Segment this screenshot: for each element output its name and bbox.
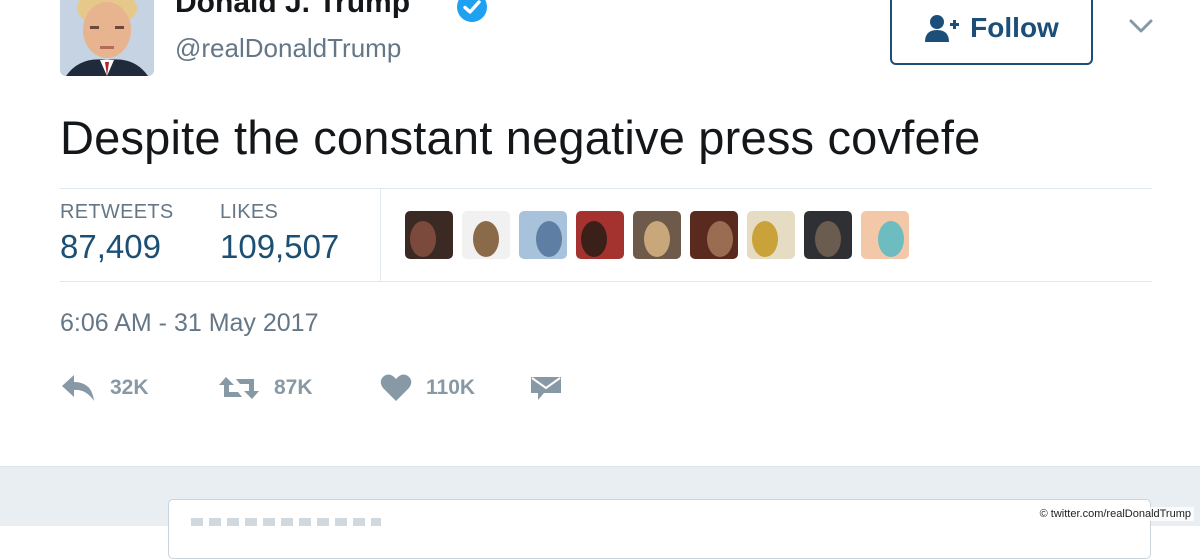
liker-avatar[interactable] — [633, 211, 681, 259]
profile-avatar[interactable] — [60, 0, 154, 76]
avatar-photo-icon — [576, 211, 624, 259]
liker-avatar[interactable] — [405, 211, 453, 259]
avatar-photo-icon — [747, 211, 795, 259]
add-user-icon — [925, 14, 960, 42]
stats-divider — [380, 189, 381, 281]
like-button[interactable]: 110K — [380, 370, 475, 406]
likes-stat[interactable]: LIKES 109,507 — [220, 201, 339, 266]
liker-avatar[interactable] — [690, 211, 738, 259]
retweet-icon — [219, 377, 259, 399]
avatar-photo-icon — [690, 211, 738, 259]
liker-avatar[interactable] — [576, 211, 624, 259]
avatar-photo-icon — [462, 211, 510, 259]
likers-avatars — [405, 211, 909, 259]
user-handle[interactable]: @realDonaldTrump — [175, 33, 401, 64]
avatar-photo-icon — [633, 211, 681, 259]
reply-icon — [62, 375, 94, 401]
avatar-photo-icon — [804, 211, 852, 259]
reply-input[interactable] — [168, 499, 1151, 559]
avatar-photo-icon — [861, 211, 909, 259]
verified-badge-icon — [457, 0, 487, 22]
profile-photo-icon — [60, 0, 154, 76]
heart-icon — [380, 374, 412, 401]
reply-button[interactable]: 32K — [60, 370, 149, 406]
liker-avatar[interactable] — [519, 211, 567, 259]
likes-value: 109,507 — [220, 228, 340, 265]
image-credit: © twitter.com/realDonaldTrump — [1036, 507, 1194, 521]
retweets-stat[interactable]: RETWEETS 87,409 — [60, 201, 174, 266]
retweet-count: 87K — [274, 376, 313, 399]
liker-avatar[interactable] — [462, 211, 510, 259]
reply-area — [0, 466, 1200, 559]
display-name[interactable]: Donald J. Trump — [175, 0, 410, 20]
envelope-icon — [531, 377, 561, 400]
follow-button[interactable]: Follow — [890, 0, 1093, 65]
retweets-value: 87,409 — [60, 228, 161, 265]
tweet-text: Despite the constant negative press covf… — [60, 111, 981, 164]
liker-avatar[interactable] — [747, 211, 795, 259]
direct-message-button[interactable] — [530, 370, 562, 406]
tweet-header: Donald J. Trump @realDonaldTrump Follow — [0, 0, 1200, 100]
like-count: 110K — [426, 376, 476, 399]
tweet-timestamp[interactable]: 6:06 AM - 31 May 2017 — [60, 309, 318, 338]
reply-count: 32K — [110, 376, 149, 399]
avatar-photo-icon — [519, 211, 567, 259]
likes-label: LIKES — [220, 201, 279, 223]
tweet-stats: RETWEETS 87,409 LIKES 109,507 — [60, 188, 1152, 282]
chevron-down-icon[interactable] — [1128, 16, 1154, 36]
follow-button-label: Follow — [970, 11, 1059, 43]
retweet-button[interactable]: 87K — [218, 370, 313, 406]
liker-avatar[interactable] — [804, 211, 852, 259]
retweets-label: RETWEETS — [60, 201, 174, 223]
liker-avatar[interactable] — [861, 211, 909, 259]
avatar-photo-icon — [405, 211, 453, 259]
